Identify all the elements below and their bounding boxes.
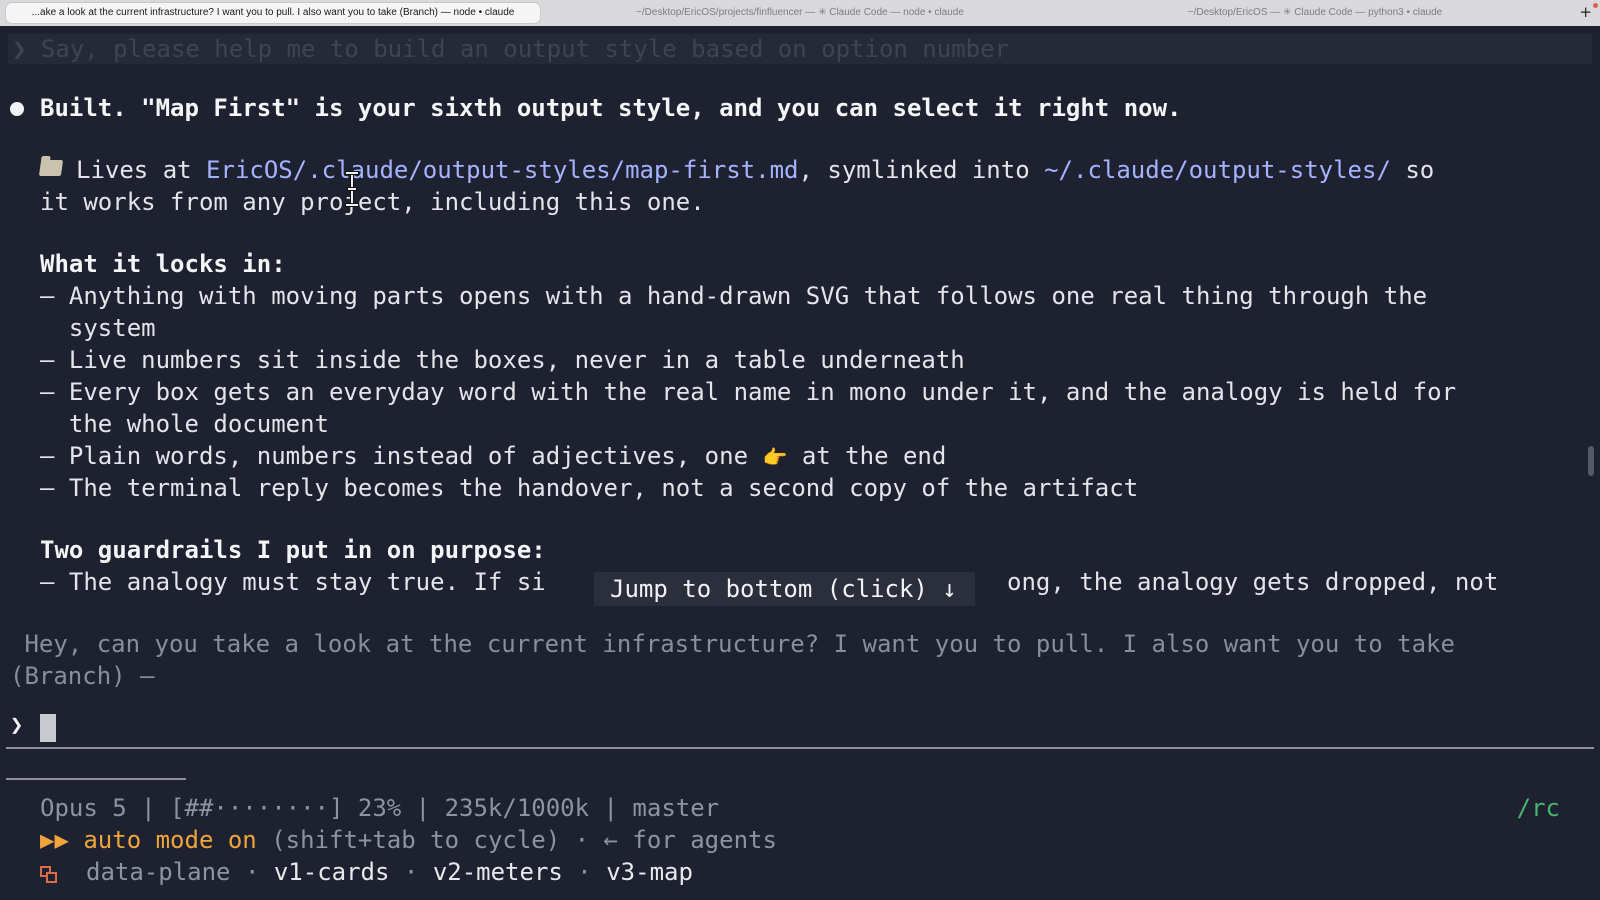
list-item-text: – Plain words, numbers instead of adject… xyxy=(40,442,763,470)
rc-command[interactable]: /rc xyxy=(1517,792,1560,824)
list-item: system xyxy=(40,314,156,342)
list-item: – Anything with moving parts opens with … xyxy=(40,282,1428,310)
style-file-link[interactable]: EricOS/.claude/output-styles/map-first.m… xyxy=(206,156,798,184)
location-prefix: Lives at xyxy=(76,156,207,184)
list-item: – The analogy must stay true. If si xyxy=(40,568,546,596)
list-item: the whole document xyxy=(40,410,329,438)
separator: · xyxy=(562,858,607,886)
list-item: – Every box gets an everyday word with t… xyxy=(40,378,1457,406)
auto-mode-label[interactable]: auto mode on xyxy=(83,826,256,854)
divider xyxy=(6,747,1594,749)
response-bullet-icon xyxy=(10,102,24,116)
tab-bar: ...ake a look at the current infrastruct… xyxy=(0,0,1600,26)
branch-v3-map[interactable]: v3-map xyxy=(606,858,693,886)
location-continuation: it works from any project, including thi… xyxy=(40,188,705,216)
branch-current: data-plane xyxy=(86,858,231,886)
tab-ericos[interactable]: ~/Desktop/EricOS — ✳ Claude Code — pytho… xyxy=(1060,3,1570,23)
prompt-chevron-icon: ❯ xyxy=(10,713,24,738)
separator: · xyxy=(230,858,274,886)
list-item: – Plain words, numbers instead of adject… xyxy=(40,440,946,473)
notification-dot-icon xyxy=(1593,3,1598,8)
guardrails-heading: Two guardrails I put in on purpose: xyxy=(40,536,546,564)
previous-prompt: ❯ Say, please help me to build an output… xyxy=(8,34,1592,64)
location-line: Lives at EricOS/.claude/output-styles/ma… xyxy=(38,154,1435,186)
pointing-hand-icon: 👉 xyxy=(762,445,788,469)
new-tab-button[interactable]: + xyxy=(1579,2,1592,22)
scrollbar[interactable] xyxy=(1588,446,1594,476)
list-item-tail: ong, the analogy gets dropped, not xyxy=(1007,568,1499,596)
status-line: Opus 5 | [##········] 23% | 235k/1000k |… xyxy=(40,794,720,822)
jump-to-bottom-button[interactable]: Jump to bottom (click) ↓ xyxy=(594,572,975,606)
folder-icon xyxy=(38,160,64,176)
output-styles-dir-link[interactable]: ~/.claude/output-styles/ xyxy=(1044,156,1391,184)
separator: · xyxy=(389,858,433,886)
queued-message: Hey, can you take a look at the current … xyxy=(10,630,1455,658)
tab-finfluencer[interactable]: ~/Desktop/EricOS/projects/finfluencer — … xyxy=(545,3,1055,23)
tab-branch-session[interactable]: ...ake a look at the current infrastruct… xyxy=(6,3,540,23)
location-middle: , symlinked into xyxy=(798,156,1045,184)
response-headline: Built. "Map First" is your sixth output … xyxy=(40,94,1182,122)
list-item: – The terminal reply becomes the handove… xyxy=(40,474,1139,502)
queued-message-continuation: (Branch) — xyxy=(10,662,155,690)
fast-forward-icon: ▶▶ xyxy=(40,826,69,854)
branch-v2-meters[interactable]: v2-meters xyxy=(433,858,563,886)
text-cursor-icon xyxy=(345,170,359,208)
branch-icon xyxy=(40,866,58,884)
list-item: – Live numbers sit inside the boxes, nev… xyxy=(40,346,965,374)
locks-heading: What it locks in: xyxy=(40,250,286,278)
input-cursor[interactable] xyxy=(40,714,56,742)
branch-line: data-plane · v1-cards · v2-meters · v3-m… xyxy=(86,856,693,888)
mode-hint: (shift+tab to cycle) · ← for agents xyxy=(256,826,777,854)
list-item-text-suffix: at the end xyxy=(787,442,947,470)
branch-v1-cards[interactable]: v1-cards xyxy=(274,858,390,886)
terminal-pane[interactable]: ❯ Say, please help me to build an output… xyxy=(0,26,1600,900)
divider-short xyxy=(6,778,186,780)
mode-line: ▶▶ auto mode on (shift+tab to cycle) · ←… xyxy=(40,824,777,856)
location-suffix: so xyxy=(1390,156,1435,184)
